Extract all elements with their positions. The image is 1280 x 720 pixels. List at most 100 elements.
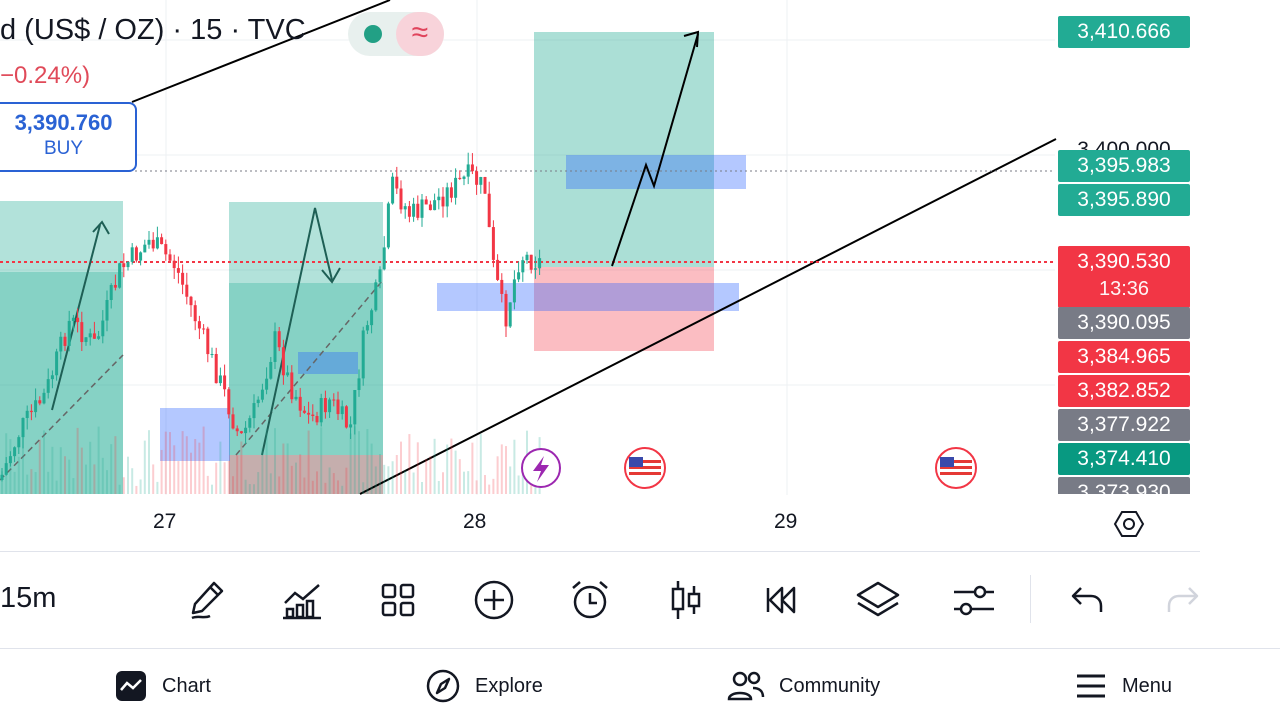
- candle-body: [399, 188, 403, 210]
- volume-bar: [303, 477, 306, 494]
- grid-icon[interactable]: [372, 574, 424, 626]
- volume-bar: [265, 429, 268, 494]
- people-icon: [727, 671, 765, 701]
- candle-body: [210, 354, 214, 356]
- plus-circle-icon[interactable]: [468, 574, 520, 626]
- candle-body: [63, 336, 67, 346]
- candle-body: [487, 193, 491, 228]
- alarm-icon[interactable]: [564, 574, 616, 626]
- candle-body: [470, 164, 474, 172]
- candle-body: [151, 239, 155, 249]
- volume-bar: [206, 475, 209, 494]
- volume-bar: [9, 439, 12, 494]
- volume-bar: [311, 480, 314, 494]
- candle-body: [286, 372, 290, 376]
- candle-body: [382, 247, 386, 270]
- candle-body: [298, 396, 302, 411]
- chart-settings-icon[interactable]: [1113, 508, 1145, 540]
- volume-bar: [425, 458, 428, 494]
- volume-bar: [370, 443, 373, 494]
- demand-box-right: [437, 283, 739, 311]
- volume-bar: [47, 471, 50, 494]
- volume-bar: [131, 468, 134, 494]
- candle-body: [496, 259, 500, 280]
- time-axis-label: 28: [463, 510, 487, 533]
- volume-bar: [80, 447, 83, 494]
- candle-body: [361, 330, 365, 379]
- candle-body: [353, 390, 357, 425]
- supply-box: [566, 155, 746, 189]
- candle-body: [315, 415, 319, 423]
- volume-bar: [286, 443, 289, 494]
- replay-icon[interactable]: [756, 574, 808, 626]
- candle-body: [378, 269, 382, 283]
- volume-bar: [290, 465, 293, 494]
- candle-body: [441, 196, 445, 207]
- volume-bar: [324, 482, 327, 494]
- candle-body: [365, 325, 369, 331]
- symbol-title[interactable]: d (US$ / OZ) · 15 · TVC: [0, 14, 306, 47]
- volume-bar: [248, 484, 251, 494]
- indicators-icon[interactable]: [276, 574, 328, 626]
- candles-icon[interactable]: [660, 574, 712, 626]
- us-flag-event-icon[interactable]: [624, 447, 666, 489]
- volume-bar: [374, 466, 377, 494]
- redo-icon[interactable]: [1157, 574, 1209, 626]
- volume-bar: [387, 466, 390, 494]
- candle-body: [533, 268, 537, 270]
- layers-icon[interactable]: [852, 574, 904, 626]
- volume-bar: [450, 438, 453, 494]
- candle-body: [420, 199, 424, 218]
- menu-icon: [1077, 674, 1105, 698]
- volume-bar: [261, 448, 264, 494]
- candle-body: [256, 399, 260, 404]
- price-label: 3,410.666: [1058, 16, 1190, 48]
- candle-body: [508, 302, 512, 327]
- volume-bar: [148, 430, 150, 494]
- last-price-label: 3,390.530 13:36: [1058, 246, 1190, 308]
- volume-bar: [404, 470, 407, 494]
- candle-body: [483, 177, 487, 194]
- nav-menu[interactable]: Menu: [1074, 666, 1172, 706]
- candle-body: [67, 320, 71, 346]
- candle-body: [416, 203, 420, 218]
- undo-icon[interactable]: [1061, 574, 1113, 626]
- candle-body: [176, 268, 180, 273]
- candle-body: [118, 263, 122, 288]
- wave-icon: ≈: [396, 12, 444, 56]
- candle-body: [105, 300, 109, 321]
- volume-bar: [185, 436, 188, 494]
- order-marker[interactable]: 3,390.760 BUY: [0, 102, 137, 172]
- volume-bar: [274, 428, 276, 494]
- nav-chart[interactable]: Chart: [114, 666, 211, 706]
- pencil-icon[interactable]: [181, 574, 233, 626]
- order-price: 3,390.760: [14, 110, 113, 135]
- candle-body: [214, 354, 218, 384]
- nav-community[interactable]: Community: [727, 666, 880, 706]
- candle-body: [113, 284, 117, 288]
- volume-bar: [433, 438, 436, 494]
- candle-body: [386, 203, 390, 248]
- volume-bar: [173, 445, 176, 494]
- candle-body: [160, 237, 164, 245]
- candle-body: [189, 296, 193, 306]
- candle-body: [181, 272, 185, 285]
- candle-body: [206, 328, 210, 355]
- candle-body: [164, 244, 168, 255]
- market-status-pill[interactable]: ≈: [348, 12, 444, 56]
- candle-body: [340, 406, 344, 415]
- volume-bar: [22, 427, 24, 494]
- candle-body: [46, 379, 50, 393]
- candle-body: [29, 410, 33, 413]
- chart-icon: [116, 671, 146, 701]
- nav-explore[interactable]: Explore: [425, 666, 543, 706]
- market-open-dot: [364, 25, 382, 43]
- settings-sliders-icon[interactable]: [948, 574, 1000, 626]
- lightning-event-icon[interactable]: [521, 448, 561, 488]
- volume-bar: [68, 459, 71, 494]
- candle-body: [412, 203, 416, 217]
- volume-bar: [337, 480, 339, 494]
- interval-button[interactable]: 15m: [0, 582, 56, 615]
- us-flag-event-icon[interactable]: [935, 447, 977, 489]
- nav-label: Explore: [475, 674, 543, 697]
